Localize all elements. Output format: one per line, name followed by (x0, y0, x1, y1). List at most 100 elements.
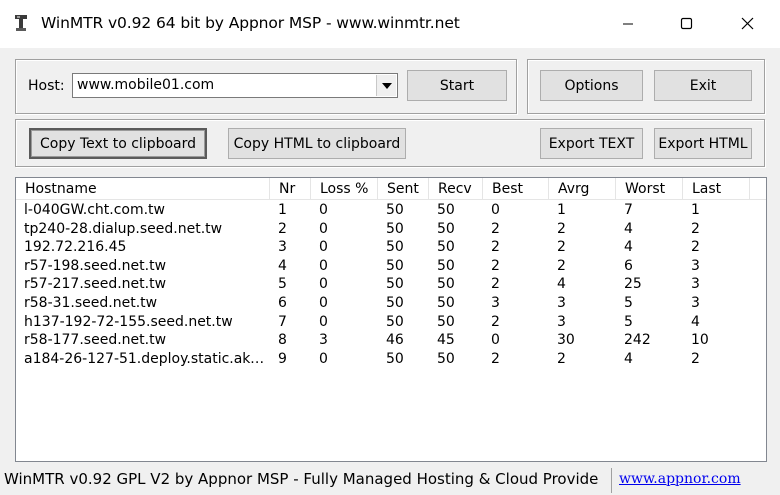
cell-best: 0 (491, 202, 500, 218)
cell-best: 2 (491, 257, 500, 274)
cell-nr: 9 (278, 350, 287, 367)
table-row[interactable]: r58-31.seed.net.tw 6 0 50 50 3 3 5 3 (16, 294, 766, 313)
cell-avrg: 2 (557, 239, 566, 256)
cell-hostname: r57-217.seed.net.tw (24, 276, 167, 293)
cell-sent: 50 (386, 350, 404, 367)
maximize-icon (680, 17, 693, 30)
cell-hostname: l-040GW.cht.com.tw (24, 202, 165, 218)
column-header-last[interactable]: Last (683, 178, 750, 200)
table-row[interactable]: h137-192-72-155.seed.net.tw 7 0 50 50 2 3 5 4 (16, 313, 766, 332)
cell-sent: 50 (386, 313, 404, 330)
cell-sent: 50 (386, 239, 404, 256)
status-separator (611, 468, 612, 493)
cell-nr: 6 (278, 294, 287, 311)
close-button[interactable] (718, 0, 778, 48)
cell-worst: 242 (624, 332, 651, 349)
minimize-button[interactable] (600, 0, 660, 48)
status-bar: WinMTR v0.92 GPL V2 by Appnor MSP - Full… (0, 466, 780, 495)
table-row[interactable]: l-040GW.cht.com.tw 1 0 50 50 0 1 7 1 (16, 201, 766, 220)
cell-recv: 50 (437, 220, 455, 237)
maximize-button[interactable] (658, 0, 718, 48)
list-header: Hostname Nr Loss % Sent Recv Best Avrg W… (16, 178, 766, 200)
column-header-sent[interactable]: Sent (378, 178, 429, 200)
options-button[interactable]: Options (540, 70, 643, 101)
cell-loss: 0 (319, 202, 328, 218)
cell-avrg: 30 (557, 332, 575, 349)
cell-loss: 0 (319, 313, 328, 330)
winmtr-app-icon[interactable] (12, 14, 30, 32)
host-input[interactable]: www.mobile01.com (77, 77, 214, 93)
window-title: WinMTR v0.92 64 bit by Appnor MSP - www.… (41, 14, 460, 32)
cell-recv: 50 (437, 239, 455, 256)
column-header-hostname[interactable]: Hostname (16, 178, 270, 200)
cell-sent: 50 (386, 257, 404, 274)
cell-nr: 4 (278, 257, 287, 274)
table-row[interactable]: r57-198.seed.net.tw 4 0 50 50 2 2 6 3 (16, 257, 766, 276)
results-list[interactable]: Hostname Nr Loss % Sent Recv Best Avrg W… (15, 177, 767, 462)
cell-best: 2 (491, 350, 500, 367)
cell-recv: 50 (437, 350, 455, 367)
appnor-link[interactable]: www.appnor.com (619, 471, 741, 487)
export-text-button[interactable]: Export TEXT (540, 128, 643, 159)
cell-nr: 3 (278, 239, 287, 256)
cell-worst: 7 (624, 202, 633, 218)
column-header-best[interactable]: Best (483, 178, 549, 200)
cell-nr: 2 (278, 220, 287, 237)
title-bar: WinMTR v0.92 64 bit by Appnor MSP - www.… (0, 0, 780, 48)
column-header-recv[interactable]: Recv (429, 178, 483, 200)
column-header-avrg[interactable]: Avrg (549, 178, 616, 200)
table-row[interactable]: r58-177.seed.net.tw 8 3 46 45 0 30 242 10 (16, 331, 766, 350)
cell-loss: 0 (319, 239, 328, 256)
cell-recv: 45 (437, 332, 455, 349)
cell-sent: 50 (386, 202, 404, 218)
cell-nr: 1 (278, 202, 287, 218)
cell-last: 4 (691, 313, 700, 330)
cell-sent: 50 (386, 276, 404, 293)
cell-worst: 5 (624, 313, 633, 330)
cell-loss: 0 (319, 276, 328, 293)
cell-best: 2 (491, 313, 500, 330)
cell-last: 2 (691, 350, 700, 367)
cell-hostname: h137-192-72-155.seed.net.tw (24, 313, 233, 330)
cell-worst: 25 (624, 276, 642, 293)
cell-best: 2 (491, 276, 500, 293)
cell-recv: 50 (437, 276, 455, 293)
cell-avrg: 3 (557, 294, 566, 311)
cell-nr: 8 (278, 332, 287, 349)
copy-html-button[interactable]: Copy HTML to clipboard (228, 128, 406, 159)
host-combobox[interactable]: www.mobile01.com (72, 73, 398, 98)
dropdown-button[interactable] (376, 75, 396, 96)
cell-last: 3 (691, 294, 700, 311)
cell-worst: 6 (624, 257, 633, 274)
cell-loss: 0 (319, 257, 328, 274)
table-row[interactable]: r57-217.seed.net.tw 5 0 50 50 2 4 25 3 (16, 275, 766, 294)
cell-last: 3 (691, 257, 700, 274)
cell-best: 2 (491, 220, 500, 237)
cell-hostname: tp240-28.dialup.seed.net.tw (24, 220, 223, 237)
cell-worst: 4 (624, 350, 633, 367)
table-row[interactable]: a184-26-127-51.deploy.static.akamai... 9 0… (16, 350, 766, 369)
cell-avrg: 2 (557, 257, 566, 274)
cell-nr: 5 (278, 276, 287, 293)
cell-avrg: 2 (557, 350, 566, 367)
status-text: WinMTR v0.92 GPL V2 by Appnor MSP - Full… (4, 470, 599, 488)
column-header-nr[interactable]: Nr (270, 178, 311, 200)
cell-last: 3 (691, 276, 700, 293)
cell-worst: 4 (624, 220, 633, 237)
table-row[interactable]: 192.72.216.45 3 0 50 50 2 2 4 2 (16, 238, 766, 257)
cell-avrg: 4 (557, 276, 566, 293)
cell-sent: 50 (386, 220, 404, 237)
cell-last: 2 (691, 220, 700, 237)
cell-hostname: r57-198.seed.net.tw (24, 257, 167, 274)
table-row[interactable]: tp240-28.dialup.seed.net.tw 2 0 50 50 2 2 4 2 (16, 220, 766, 239)
copy-text-button[interactable]: Copy Text to clipboard (29, 128, 207, 159)
start-button[interactable]: Start (407, 70, 507, 101)
column-header-worst[interactable]: Worst (616, 178, 683, 200)
cell-avrg: 3 (557, 313, 566, 330)
cell-recv: 50 (437, 202, 455, 218)
list-body: l-040GW.cht.com.tw 1 0 50 50 0 1 7 1 tp240-28.dia… (16, 201, 766, 368)
cell-sent: 46 (386, 332, 404, 349)
column-header-loss[interactable]: Loss % (311, 178, 378, 200)
export-html-button[interactable]: Export HTML (654, 128, 752, 159)
exit-button[interactable]: Exit (654, 70, 752, 101)
